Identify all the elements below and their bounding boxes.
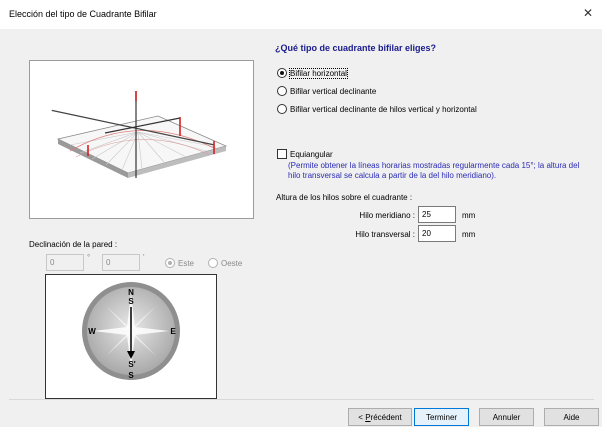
radio-indicator[interactable]: [208, 258, 218, 268]
compass-rose-icon: N S W E S' S: [82, 282, 180, 380]
radio-bifilar-vertical-hilos[interactable]: Bifilar vertical declinante de hilos ver…: [277, 103, 477, 115]
dialog-window: Elección del tipo de Cuadrante Bifilar ✕: [0, 0, 602, 427]
radio-este[interactable]: Este: [165, 257, 194, 269]
checkbox-label: Equiangular: [290, 149, 333, 159]
compass-south-lower-label: S: [128, 371, 134, 380]
window-title: Elección del tipo de Cuadrante Bifilar: [9, 9, 157, 19]
transversal-height-input[interactable]: 20: [418, 225, 456, 242]
title-bar: Elección del tipo de Cuadrante Bifilar ✕: [0, 0, 602, 30]
radio-indicator[interactable]: [165, 258, 175, 268]
compass-west-label: W: [88, 327, 96, 336]
bifilar-dial-illustration-icon: [51, 91, 228, 178]
transversal-label: Hilo transversal :: [355, 230, 415, 239]
radio-label: Este: [178, 258, 195, 268]
radio-indicator[interactable]: [277, 68, 287, 78]
radio-oeste[interactable]: Oeste: [208, 257, 242, 269]
previous-prefix: <: [358, 412, 366, 422]
finish-button[interactable]: Terminer: [414, 408, 469, 426]
radio-indicator[interactable]: [277, 104, 287, 114]
compass-east-label: E: [170, 327, 176, 336]
question-heading: ¿Qué tipo de cuadrante bifilar eliges?: [275, 43, 437, 53]
degree-symbol: °: [87, 253, 91, 262]
footer-separator: [9, 399, 594, 400]
help-button[interactable]: Aide: [544, 408, 599, 426]
radio-bifilar-horizontal[interactable]: Bifilar horizontal: [277, 67, 348, 79]
radio-label: Oeste: [221, 258, 243, 268]
meridian-unit: mm: [462, 211, 476, 220]
compass-panel: N S W E S' S: [45, 274, 217, 399]
minute-symbol: ': [143, 253, 145, 262]
equiangular-checkbox[interactable]: Equiangular: [277, 148, 333, 160]
checkbox-indicator[interactable]: [277, 149, 287, 159]
declination-degrees-input[interactable]: 0: [46, 254, 84, 271]
radio-label: Bifilar vertical declinante de hilos ver…: [290, 104, 477, 114]
heights-title: Altura de los hilos sobre el cuadrante :: [276, 193, 413, 202]
compass-north-label: N: [128, 288, 134, 297]
declination-minutes-input[interactable]: 0: [102, 254, 140, 271]
equiangular-note: (Permite obtener la líneas horarias most…: [288, 161, 580, 180]
declination-title: Declinación de la pared :: [29, 240, 118, 249]
compass-south-prime-label: S': [128, 360, 135, 369]
radio-label: Bifilar vertical declinante: [290, 86, 377, 96]
meridian-label: Hilo meridiano :: [359, 211, 415, 220]
previous-label-rest: récédent: [370, 412, 402, 422]
transversal-unit: mm: [462, 230, 476, 239]
compass-south-label: S: [128, 297, 134, 306]
radio-indicator[interactable]: [277, 86, 287, 96]
radio-bifilar-vertical-declinante[interactable]: Bifilar vertical declinante: [277, 85, 376, 97]
radio-label: Bifilar horizontal: [289, 67, 348, 79]
meridian-height-input[interactable]: 25: [418, 206, 456, 223]
close-icon[interactable]: ✕: [574, 0, 602, 26]
previous-button[interactable]: < Précédent: [348, 408, 412, 426]
dial-preview-image: [29, 60, 254, 219]
cancel-button[interactable]: Annuler: [479, 408, 534, 426]
